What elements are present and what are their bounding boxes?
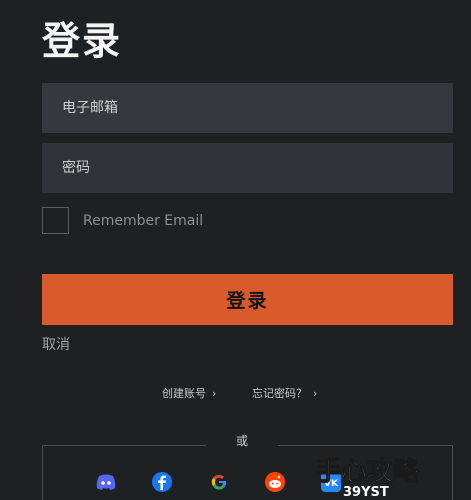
- facebook-icon[interactable]: [150, 470, 174, 494]
- login-button[interactable]: 登录: [42, 274, 453, 325]
- login-page: 登录 Remember Email 登录 取消 创建账号 › 忘记密码？ › 或: [0, 0, 471, 500]
- remember-email-label: Remember Email: [83, 212, 204, 229]
- svg-text:手心攻略: 手心攻略: [315, 456, 420, 487]
- page-title: 登录: [42, 19, 123, 63]
- site-watermark-logo: 手心攻略 39YST: [313, 452, 463, 500]
- remember-email-row[interactable]: Remember Email: [42, 207, 203, 234]
- chevron-right-icon: ›: [313, 386, 318, 400]
- chevron-right-icon: ›: [212, 386, 217, 400]
- google-icon[interactable]: [207, 470, 231, 494]
- reddit-icon[interactable]: [263, 470, 287, 494]
- or-divider-label: 或: [206, 426, 278, 455]
- create-account-label: 创建账号: [162, 387, 206, 400]
- discord-icon[interactable]: [94, 470, 118, 494]
- password-input[interactable]: [42, 143, 453, 193]
- create-account-link[interactable]: 创建账号 ›: [162, 385, 216, 401]
- remember-email-checkbox[interactable]: [42, 207, 69, 234]
- cancel-link[interactable]: 取消: [42, 334, 70, 354]
- forgot-password-link[interactable]: 忘记密码？ ›: [252, 385, 317, 401]
- svg-text:39YST: 39YST: [343, 485, 389, 498]
- forgot-password-label: 忘记密码？: [252, 387, 307, 400]
- email-input[interactable]: [42, 83, 453, 133]
